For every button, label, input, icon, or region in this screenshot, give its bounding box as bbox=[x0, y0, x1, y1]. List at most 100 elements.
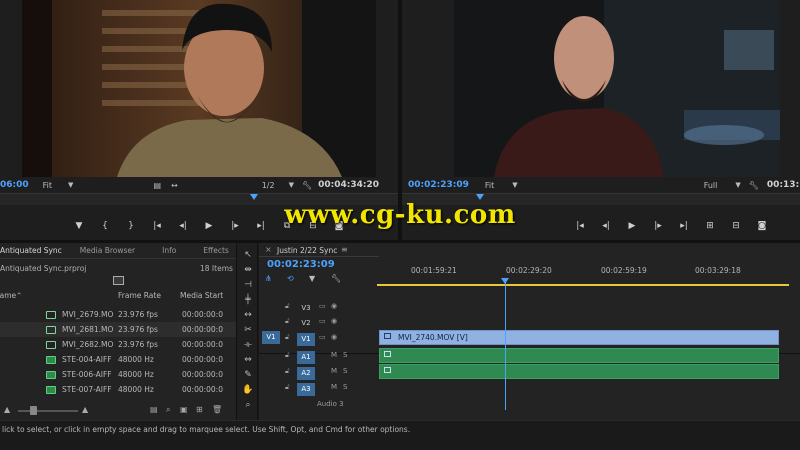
auto-match-icon[interactable]: ▤ bbox=[150, 405, 158, 414]
track-header[interactable]: 🔓︎ A1 M S bbox=[259, 349, 377, 365]
track-select-icon[interactable]: ⇹ bbox=[242, 264, 254, 276]
zoom-slider[interactable] bbox=[18, 410, 78, 412]
source-fit-dropdown[interactable]: Fit bbox=[43, 181, 52, 190]
item-media-start: 00:00:00:0 bbox=[182, 310, 223, 319]
item-media-start: 00:00:00:0 bbox=[182, 370, 223, 379]
project-list-item[interactable]: STE-004-AIFF 48000 Hz 00:00:00:0 bbox=[0, 352, 236, 367]
drop-icon[interactable]: ↔ bbox=[171, 181, 178, 190]
settings-icon[interactable]: ▤ bbox=[153, 181, 161, 190]
track-name[interactable]: A3 bbox=[297, 383, 315, 396]
chevron-down-icon[interactable]: ▼ bbox=[735, 181, 740, 189]
work-area-bar[interactable] bbox=[377, 284, 789, 286]
column-name[interactable]: Name bbox=[0, 291, 16, 300]
lock-icon[interactable]: 🔓︎ bbox=[285, 367, 290, 376]
project-list-item[interactable]: STE-007-AIFF 48000 Hz 00:00:00:0 bbox=[0, 382, 236, 397]
ripple-edit-icon[interactable]: ⊣ bbox=[242, 279, 254, 291]
toggle-sync-icon[interactable]: ▭ bbox=[319, 302, 326, 310]
lock-icon[interactable]: 🔓︎ bbox=[285, 302, 290, 311]
toggle-sync-icon[interactable]: ▭ bbox=[319, 333, 326, 341]
project-list-item[interactable]: MVI_2682.MO 23.976 fps 00:00:00:0 bbox=[0, 337, 236, 352]
rate-stretch-icon[interactable]: ↔ bbox=[242, 309, 254, 321]
audio-clip-a1[interactable] bbox=[379, 348, 779, 363]
project-list-item[interactable]: STE-006-AIFF 48000 Hz 00:00:00:0 bbox=[0, 367, 236, 382]
track-name[interactable]: V1 bbox=[297, 333, 315, 346]
search-icon[interactable]: ⌕ bbox=[166, 405, 170, 415]
razor-icon[interactable]: ✂ bbox=[242, 324, 254, 336]
linked-selection-icon[interactable]: ⟲ bbox=[287, 274, 294, 283]
chevron-down-icon[interactable]: ▼ bbox=[289, 181, 294, 189]
track-header[interactable]: 🔓︎ A3 M S bbox=[259, 381, 377, 397]
eye-icon[interactable]: ◉ bbox=[331, 317, 337, 325]
track-header[interactable]: 🔓︎ A2 M S bbox=[259, 365, 377, 381]
timeline-ruler[interactable]: 00:01:59:21 00:02:29:20 00:02:59:19 00:0… bbox=[377, 264, 800, 284]
timeline-settings-icon[interactable]: 🔧︎ bbox=[331, 274, 341, 283]
track-name[interactable]: V3 bbox=[297, 302, 315, 315]
source-resolution-dropdown[interactable]: 1/2 bbox=[262, 181, 275, 190]
item-frame-rate: 48000 Hz bbox=[118, 370, 154, 379]
timeline-tab[interactable]: × Justin 2/22 Sync ≡ bbox=[259, 243, 379, 257]
zoom-max-icon[interactable]: ▲ bbox=[82, 405, 88, 414]
audio-clip-a2[interactable] bbox=[379, 364, 779, 379]
column-frame-rate[interactable]: Frame Rate bbox=[118, 291, 161, 300]
menu-icon[interactable]: ≡ bbox=[341, 245, 348, 254]
lock-icon[interactable]: 🔓︎ bbox=[285, 317, 290, 326]
project-list-item[interactable]: MVI_2679.MO 23.976 fps 00:00:00:0 bbox=[0, 307, 236, 322]
program-timecode[interactable]: 00:02:23:09 bbox=[408, 180, 469, 190]
solo-button[interactable]: S bbox=[343, 383, 347, 391]
solo-button[interactable]: S bbox=[343, 351, 347, 359]
toggle-sync-icon[interactable]: ▭ bbox=[319, 317, 326, 325]
rolling-edit-icon[interactable]: ╪ bbox=[242, 294, 254, 306]
eye-icon[interactable]: ◉ bbox=[331, 333, 337, 341]
delete-icon[interactable]: 🗑︎ bbox=[212, 405, 222, 414]
track-name[interactable]: A2 bbox=[297, 367, 315, 380]
track-name[interactable]: V2 bbox=[297, 317, 315, 330]
source-timecode-in[interactable]: 06:00 bbox=[0, 180, 29, 190]
sort-asc-icon[interactable]: ⌃ bbox=[16, 291, 22, 300]
lock-icon[interactable]: 🔓︎ bbox=[285, 383, 290, 392]
mute-button[interactable]: M bbox=[331, 351, 337, 359]
slip-icon[interactable]: ⟛ bbox=[242, 339, 254, 351]
track-header[interactable]: 🔓︎ V3 ▭ ◉ bbox=[259, 300, 377, 316]
wrench-icon[interactable]: 🔧︎ bbox=[302, 181, 312, 190]
hand-icon[interactable]: ✋ bbox=[242, 384, 254, 396]
tab-project[interactable]: Antiquated Sync bbox=[0, 246, 71, 255]
audio-3-label: Audio 3 bbox=[317, 400, 344, 408]
tab-media-browser[interactable]: Media Browser bbox=[71, 246, 144, 255]
new-bin-icon[interactable]: ▣ bbox=[180, 405, 188, 414]
track-name[interactable]: A1 bbox=[297, 351, 315, 364]
video-clip-name: MVI_2740.MOV [V] bbox=[398, 333, 468, 342]
tab-info[interactable]: Info bbox=[144, 246, 185, 255]
item-media-start: 00:00:00:0 bbox=[182, 385, 223, 394]
close-icon[interactable]: × bbox=[265, 245, 272, 254]
mute-button[interactable]: M bbox=[331, 367, 337, 375]
program-resolution-dropdown[interactable]: Full bbox=[704, 181, 718, 190]
video-clip[interactable]: MVI_2740.MOV [V] bbox=[379, 330, 779, 345]
chevron-down-icon[interactable]: ▼ bbox=[68, 181, 73, 189]
mute-button[interactable]: M bbox=[331, 383, 337, 391]
column-media-start[interactable]: Media Start bbox=[180, 291, 223, 300]
eye-icon[interactable]: ◉ bbox=[331, 302, 337, 310]
chevron-down-icon[interactable]: ▼ bbox=[512, 181, 517, 189]
program-fit-dropdown[interactable]: Fit bbox=[485, 181, 494, 190]
wrench-icon[interactable]: 🔧︎ bbox=[749, 181, 759, 190]
source-patch-v1[interactable]: V1 bbox=[262, 331, 280, 344]
lock-icon[interactable]: ▲ bbox=[4, 405, 10, 414]
lock-icon[interactable]: 🔓︎ bbox=[285, 333, 290, 342]
add-marker-icon[interactable]: ▼ bbox=[309, 274, 315, 283]
tab-effects[interactable]: Effects bbox=[185, 246, 238, 255]
selection-tool-icon[interactable]: ↖ bbox=[242, 249, 254, 261]
slide-icon[interactable]: ⇔ bbox=[242, 354, 254, 366]
timeline-timecode[interactable]: 00:02:23:09 bbox=[267, 259, 335, 270]
new-item-icon[interactable]: ⊞ bbox=[196, 405, 203, 414]
zoom-handle[interactable] bbox=[30, 406, 37, 415]
snap-icon[interactable]: ⋔ bbox=[265, 274, 272, 283]
video-clip-icon bbox=[46, 340, 56, 349]
project-column-headers: Name ⌃ Frame Rate Media Start bbox=[0, 291, 236, 304]
project-list-item[interactable]: MVI_2681.MO 23.976 fps 00:00:00:0 bbox=[0, 322, 236, 337]
lock-icon[interactable]: 🔓︎ bbox=[285, 351, 290, 360]
track-header[interactable]: 🔓︎ V2 ▭ ◉ bbox=[259, 315, 377, 331]
solo-button[interactable]: S bbox=[343, 367, 347, 375]
bin-icon[interactable] bbox=[113, 276, 124, 285]
zoom-icon[interactable]: ⌕ bbox=[242, 399, 254, 411]
pen-icon[interactable]: ✎ bbox=[242, 369, 254, 381]
